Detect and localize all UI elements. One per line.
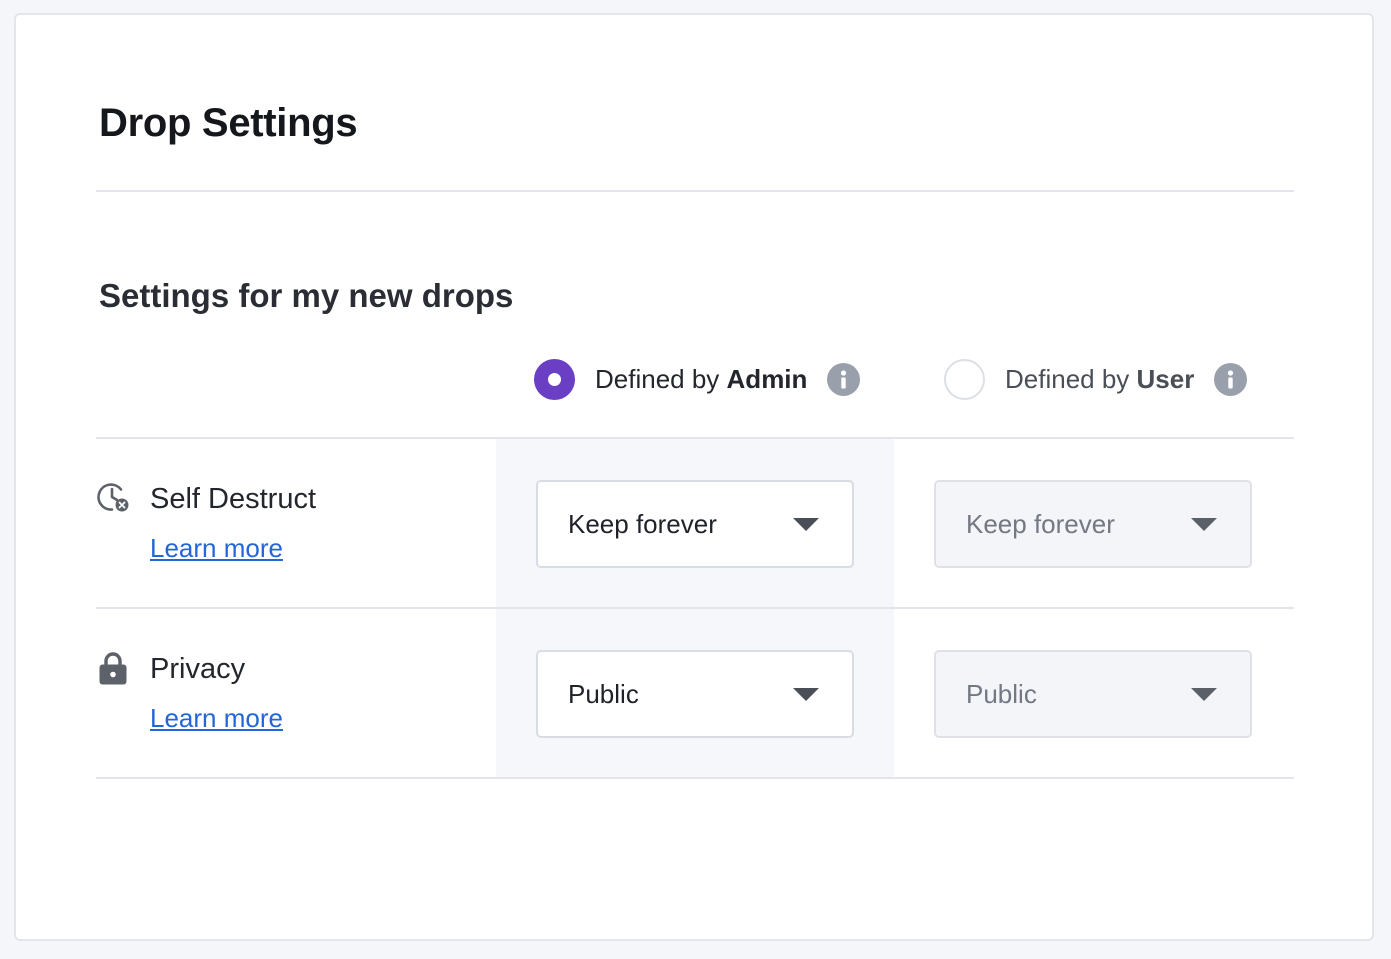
info-icon[interactable] xyxy=(1214,362,1248,396)
header-divider xyxy=(96,190,1294,192)
section-title: Settings for my new drops xyxy=(99,277,514,314)
admin-radio[interactable] xyxy=(534,358,575,400)
settings-card: Drop Settings Settings for my new drops … xyxy=(14,13,1374,941)
table-top-divider xyxy=(96,437,1294,439)
user-self-destruct-select: Keep forever xyxy=(934,480,1252,568)
chevron-down-icon xyxy=(793,518,819,531)
select-value: Keep forever xyxy=(568,508,717,539)
chevron-down-icon xyxy=(1191,688,1217,701)
self-destruct-label: Self Destruct xyxy=(150,483,316,515)
table-bottom-divider xyxy=(96,777,1294,779)
admin-self-destruct-select[interactable]: Keep forever xyxy=(536,480,854,568)
defined-by-user-option[interactable]: Defined by User xyxy=(944,358,1248,400)
select-value: Public xyxy=(966,678,1037,709)
user-radio[interactable] xyxy=(944,358,985,400)
clock-cancel-icon xyxy=(97,481,129,513)
select-value: Keep forever xyxy=(966,508,1115,539)
defined-by-admin-option[interactable]: Defined by Admin xyxy=(534,358,861,400)
user-privacy-select: Public xyxy=(934,650,1252,738)
page-title: Drop Settings xyxy=(99,101,358,145)
privacy-label: Privacy xyxy=(150,653,246,685)
user-radio-label: Defined by User xyxy=(1005,363,1195,394)
chevron-down-icon xyxy=(793,688,819,701)
privacy-learn-more-link[interactable]: Learn more xyxy=(150,703,283,734)
admin-radio-label: Defined by Admin xyxy=(595,363,808,394)
self-destruct-learn-more-link[interactable]: Learn more xyxy=(150,533,283,564)
row-divider xyxy=(96,607,1294,609)
chevron-down-icon xyxy=(1191,518,1217,531)
admin-privacy-select[interactable]: Public xyxy=(536,650,854,738)
select-value: Public xyxy=(568,678,639,709)
lock-icon xyxy=(97,651,129,685)
info-icon[interactable] xyxy=(827,362,861,396)
